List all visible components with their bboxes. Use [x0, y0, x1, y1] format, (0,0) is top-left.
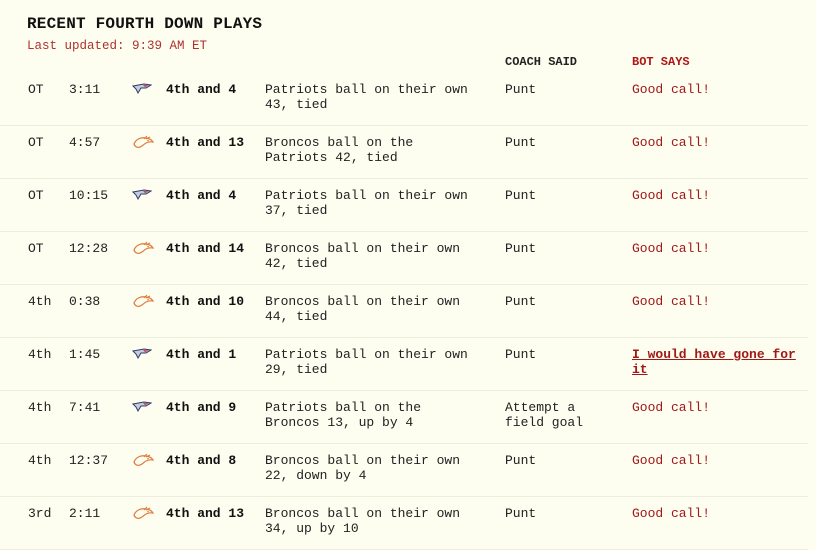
broncos-logo-icon — [132, 135, 154, 151]
game-clock: 12:37 — [69, 453, 109, 468]
down-and-distance: 4th and 9 — [166, 400, 237, 415]
down-and-distance: 4th and 4 — [166, 188, 237, 203]
bot-verdict-link[interactable]: I would have gone for it — [632, 347, 802, 377]
play-row: 4th 7:41 4th and 9 Patriots ball on the Bro… — [0, 391, 808, 444]
page-title: RECENT FOURTH DOWN PLAYS — [27, 15, 263, 33]
play-row: OT 4:57 4th and 13 Broncos ball on the Patr… — [0, 126, 808, 179]
game-clock: 12:28 — [69, 241, 109, 256]
coach-decision: Punt — [505, 188, 537, 203]
field-situation: Patriots ball on their own 43, tied — [265, 82, 468, 112]
bot-verdict: Good call! — [632, 241, 711, 256]
quarter: 3rd — [28, 506, 52, 521]
game-clock: 1:45 — [69, 347, 101, 362]
field-situation: Patriots ball on the Broncos 13, up by 4 — [265, 400, 422, 430]
game-clock: 4:57 — [69, 135, 101, 150]
coach-decision: Attempt a field goal — [505, 400, 584, 430]
coach-said-header: COACH SAID — [505, 55, 578, 69]
play-row: 4th 0:38 4th and 10 Broncos ball on their o… — [0, 285, 808, 338]
quarter: OT — [28, 135, 44, 150]
play-row: OT 10:15 4th and 4 Patriots ball on their o… — [0, 179, 808, 232]
coach-decision: Punt — [505, 453, 537, 468]
quarter: 4th — [28, 400, 52, 415]
coach-decision: Punt — [505, 135, 537, 150]
play-row: 3rd 2:11 4th and 13 Broncos ball on their o… — [0, 497, 808, 550]
field-situation: Broncos ball on their own 22, down by 4 — [265, 453, 461, 483]
quarter: 4th — [28, 294, 52, 309]
quarter: 4th — [28, 347, 52, 362]
patriots-logo-icon — [132, 82, 154, 98]
bot-verdict: Good call! — [632, 135, 711, 150]
broncos-logo-icon — [132, 506, 154, 522]
bot-verdict: Good call! — [632, 82, 711, 97]
game-clock: 2:11 — [69, 506, 101, 521]
quarter: 4th — [28, 453, 52, 468]
game-clock: 0:38 — [69, 294, 101, 309]
game-clock: 7:41 — [69, 400, 101, 415]
play-row: OT 12:28 4th and 14 Broncos ball on their o… — [0, 232, 808, 285]
bot-verdict: Good call! — [632, 453, 711, 468]
down-and-distance: 4th and 14 — [166, 241, 245, 256]
down-and-distance: 4th and 13 — [166, 506, 245, 521]
game-clock: 10:15 — [69, 188, 109, 203]
broncos-logo-icon — [132, 294, 154, 310]
quarter: OT — [28, 188, 44, 203]
patriots-logo-icon — [132, 188, 154, 204]
game-clock: 3:11 — [69, 82, 101, 97]
play-row: 4th 12:37 4th and 8 Broncos ball on their o… — [0, 444, 808, 497]
quarter: OT — [28, 82, 44, 97]
plays-list: OT 3:11 4th and 4 Patriots ball on their ow… — [0, 73, 808, 550]
broncos-logo-icon — [132, 241, 154, 257]
coach-decision: Punt — [505, 294, 537, 309]
coach-decision: Punt — [505, 82, 537, 97]
play-row: OT 3:11 4th and 4 Patriots ball on their ow… — [0, 73, 808, 126]
coach-decision: Punt — [505, 347, 537, 362]
bot-says-header: BOT SAYS — [632, 55, 690, 69]
play-row: 4th 1:45 4th and 1 Patriots ball on their o… — [0, 338, 808, 391]
coach-decision: Punt — [505, 506, 537, 521]
field-situation: Broncos ball on the Patriots 42, tied — [265, 135, 414, 165]
patriots-logo-icon — [132, 347, 154, 363]
last-updated: Last updated: 9:39 AM ET — [27, 39, 208, 53]
field-situation: Broncos ball on their own 44, tied — [265, 294, 461, 324]
bot-verdict: Good call! — [632, 506, 711, 521]
down-and-distance: 4th and 13 — [166, 135, 245, 150]
down-and-distance: 4th and 4 — [166, 82, 237, 97]
quarter: OT — [28, 241, 44, 256]
down-and-distance: 4th and 8 — [166, 453, 237, 468]
bot-verdict: Good call! — [632, 294, 711, 309]
bot-verdict: Good call! — [632, 400, 711, 415]
down-and-distance: 4th and 1 — [166, 347, 237, 362]
patriots-logo-icon — [132, 400, 154, 416]
coach-decision: Punt — [505, 241, 537, 256]
field-situation: Patriots ball on their own 29, tied — [265, 347, 468, 377]
field-situation: Broncos ball on their own 42, tied — [265, 241, 461, 271]
down-and-distance: 4th and 10 — [166, 294, 245, 309]
bot-verdict: Good call! — [632, 188, 711, 203]
field-situation: Broncos ball on their own 34, up by 10 — [265, 506, 461, 536]
broncos-logo-icon — [132, 453, 154, 469]
field-situation: Patriots ball on their own 37, tied — [265, 188, 468, 218]
